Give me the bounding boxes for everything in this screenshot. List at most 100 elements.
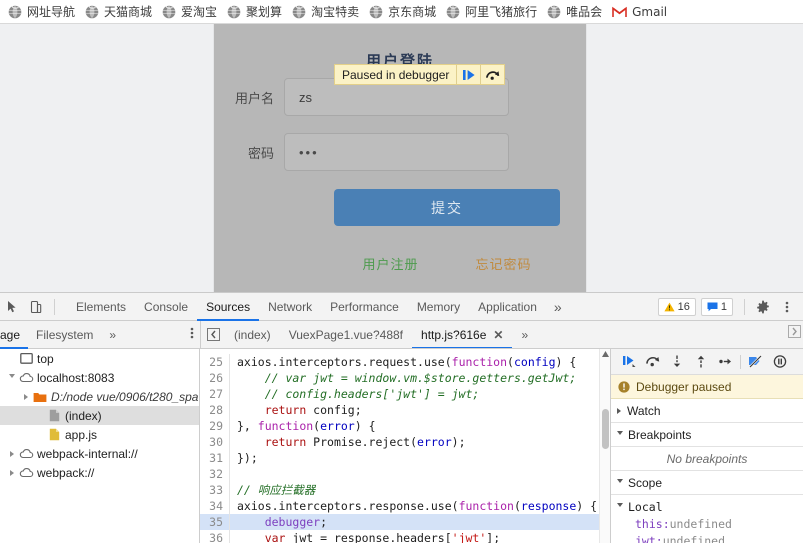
twisty[interactable] [20, 393, 32, 400]
forgot-password-link[interactable]: 忘记密码 [475, 254, 531, 273]
code-line[interactable]: 28 return config; [200, 402, 610, 418]
step-out-icon[interactable] [689, 350, 713, 374]
tree-row[interactable]: app.js [0, 425, 199, 444]
code-line[interactable]: 36 var jwt = response.headers['jwt']; [200, 530, 610, 543]
breakpoints-section[interactable]: Breakpoints [611, 423, 803, 447]
bookmark-item[interactable]: 唯品会 [545, 2, 608, 22]
deactivate-breakpoints-icon[interactable] [744, 350, 768, 374]
scope-variable-row[interactable]: jwt: undefined [635, 532, 803, 543]
line-number[interactable]: 25 [200, 354, 230, 370]
tree-row[interactable]: webpack:// [0, 463, 199, 482]
code-token: return [264, 435, 307, 449]
step-into-icon[interactable] [665, 350, 689, 374]
pause-on-exceptions-icon[interactable] [768, 350, 792, 374]
tree-row[interactable]: (index) [0, 406, 199, 425]
navigator-tab-page[interactable]: Page [0, 321, 28, 349]
navigator-overflow[interactable]: » [101, 321, 124, 349]
scope-section[interactable]: Scope [611, 471, 803, 495]
line-number[interactable]: 32 [200, 466, 230, 482]
editor-tab[interactable]: http.js?616e ✕ [412, 321, 512, 348]
tree-row[interactable]: localhost:8083 [0, 368, 199, 387]
warnings-badge[interactable]: 16 [657, 298, 696, 316]
line-number[interactable]: 36 [200, 530, 230, 543]
tab-memory[interactable]: Memory [408, 293, 469, 321]
line-number[interactable]: 30 [200, 434, 230, 450]
line-number[interactable]: 26 [200, 370, 230, 386]
kebab-menu-icon[interactable] [775, 295, 799, 319]
code-line[interactable]: 27 // config.headers['jwt'] = jwt; [200, 386, 610, 402]
code-line[interactable]: 34 axios.interceptors.response.use(functi… [200, 498, 610, 514]
line-number[interactable]: 29 [200, 418, 230, 434]
line-number[interactable]: 34 [200, 498, 230, 514]
line-number[interactable]: 28 [200, 402, 230, 418]
navigator-tab-filesystem[interactable]: Filesystem [28, 321, 101, 349]
code-token: response [520, 499, 577, 513]
code-line[interactable]: 26 // var jwt = window.vm.$store.getters… [200, 370, 610, 386]
tab-performance[interactable]: Performance [321, 293, 408, 321]
code-line[interactable]: 32 [200, 466, 610, 482]
code-line[interactable]: 30 return Promise.reject(error); [200, 434, 610, 450]
bookmark-item[interactable]: 爱淘宝 [160, 2, 223, 22]
gear-icon[interactable] [751, 295, 775, 319]
bookmark-item[interactable]: 淘宝特卖 [290, 2, 365, 22]
tree-row[interactable]: D:/node vue/0906/t280_spa [0, 387, 199, 406]
tree-row[interactable]: top [0, 349, 199, 368]
inspect-element-icon[interactable] [0, 295, 24, 319]
line-number[interactable]: 31 [200, 450, 230, 466]
code-line[interactable]: 29}, function(error) { [200, 418, 610, 434]
tab-console[interactable]: Console [135, 293, 197, 321]
navigator-kebab-icon[interactable] [190, 326, 194, 345]
twisty[interactable] [6, 450, 18, 457]
overlay-resume-icon[interactable] [456, 65, 480, 84]
twisty[interactable] [6, 374, 18, 381]
devtools-tabs-overflow[interactable]: » [546, 299, 570, 315]
step-over-icon[interactable] [641, 350, 665, 374]
line-number[interactable]: 35 [200, 514, 230, 530]
tab-application[interactable]: Application [469, 293, 546, 321]
navigator-file-tree: top localhost:8083 D:/node vue/0906/t280_s… [0, 349, 200, 543]
line-number[interactable]: 33 [200, 482, 230, 498]
scope-local-label: Local [628, 499, 663, 514]
show-navigator-icon[interactable] [201, 328, 225, 341]
bookmark-item[interactable]: 网址导航 [6, 2, 81, 22]
overlay-step-over-icon[interactable] [480, 65, 504, 84]
globe-icon [85, 5, 99, 18]
editor-tabs-overflow[interactable]: » [512, 321, 537, 348]
username-label: 用户名 [234, 91, 274, 107]
messages-badge[interactable]: 1 [700, 298, 733, 316]
watch-section[interactable]: Watch [611, 399, 803, 423]
code-editor[interactable]: 25 axios.interceptors.request.use(functio… [200, 349, 610, 543]
editor-tab[interactable]: VuexPage1.vue?488f [280, 321, 412, 348]
line-number[interactable]: 27 [200, 386, 230, 402]
resume-icon[interactable] [617, 350, 641, 374]
code-line[interactable]: 25 axios.interceptors.request.use(functio… [200, 354, 610, 370]
close-icon[interactable]: ✕ [493, 328, 503, 342]
code-line[interactable]: 31}); [200, 450, 610, 466]
submit-button[interactable]: 提交 [334, 189, 560, 226]
bookmark-item[interactable]: 阿里飞猪旅行 [444, 2, 543, 22]
password-input[interactable]: ••• [284, 133, 509, 171]
code-token: config; [306, 403, 362, 417]
editor-tab[interactable]: (index) [225, 321, 280, 348]
bookmark-item[interactable]: 聚划算 [225, 2, 288, 22]
tree-row[interactable]: webpack-internal:// [0, 444, 199, 463]
bookmark-item[interactable]: 天猫商城 [83, 2, 158, 22]
tab-sources[interactable]: Sources [197, 293, 259, 321]
tab-network[interactable]: Network [259, 293, 321, 321]
code-line[interactable]: 35 debugger; [200, 514, 610, 530]
editor-scrollbar-thumb[interactable] [602, 409, 609, 449]
device-toolbar-icon[interactable] [24, 295, 48, 319]
code-line[interactable]: 33 // 响应拦截器 [200, 482, 610, 498]
bookmark-item[interactable]: Gmail [610, 2, 673, 22]
show-debugger-icon[interactable] [788, 325, 801, 343]
scope-local-row[interactable]: Local [611, 498, 803, 515]
bookmark-label: 天猫商城 [104, 5, 153, 19]
bookmark-item[interactable]: 京东商城 [367, 2, 442, 22]
step-icon[interactable] [713, 350, 737, 374]
editor-scrollbar[interactable] [599, 349, 610, 543]
twisty[interactable] [6, 469, 18, 476]
register-link[interactable]: 用户注册 [362, 254, 418, 273]
scope-variable-row[interactable]: this: undefined [635, 515, 803, 532]
tab-elements[interactable]: Elements [67, 293, 135, 321]
